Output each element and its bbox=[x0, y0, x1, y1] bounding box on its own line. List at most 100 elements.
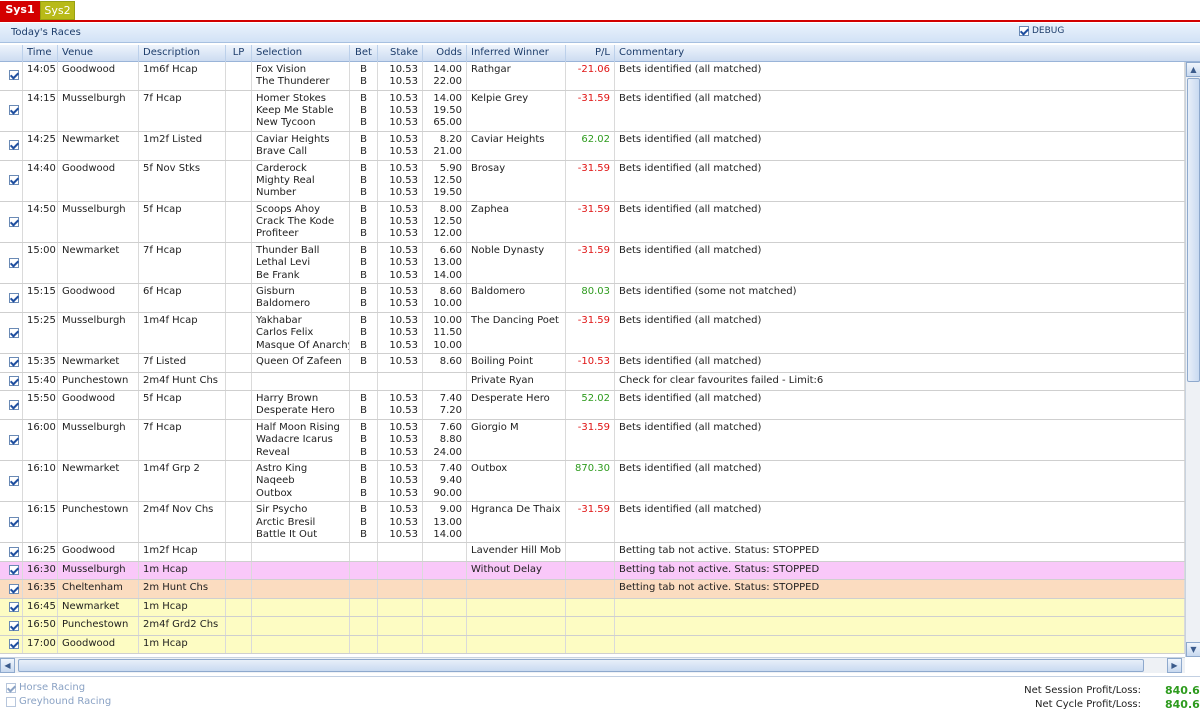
races-grid: 14:05 Goodwood 1m6f Hcap Fox Vision The Thun… bbox=[0, 62, 1185, 655]
row-checkbox[interactable] bbox=[9, 583, 19, 594]
row-checkbox[interactable] bbox=[9, 357, 19, 368]
stake-value: 10.53 bbox=[389, 92, 418, 104]
debug-toggle[interactable]: DEBUG bbox=[1019, 26, 1064, 36]
table-row[interactable]: 17:00 Goodwood 1m Hcap bbox=[0, 635, 1185, 655]
table-row[interactable]: 16:15 Punchestown 2m4f Nov Chs Sir Psycho Ar… bbox=[0, 502, 1185, 544]
bet-value: B bbox=[360, 298, 367, 310]
table-row[interactable]: 15:35 Newmarket 7f Listed Queen Of Zafeen B 1… bbox=[0, 354, 1185, 373]
pl-cell bbox=[566, 580, 615, 598]
row-checkbox[interactable] bbox=[9, 620, 19, 631]
bet-value: B bbox=[360, 339, 367, 351]
debug-checkbox[interactable] bbox=[1019, 26, 1029, 36]
selection-value: Scoops Ahoy bbox=[256, 204, 321, 215]
vertical-scrollbar[interactable]: ▲ ▼ bbox=[1185, 62, 1200, 657]
stake-value: 10.53 bbox=[389, 187, 418, 199]
odds-cell: 14.00 22.00 bbox=[423, 62, 467, 90]
table-row[interactable]: 15:00 Newmarket 7f Hcap Thunder Ball Lethal … bbox=[0, 243, 1185, 285]
column-header-stake[interactable]: Stake bbox=[378, 45, 423, 62]
row-checkbox[interactable] bbox=[9, 546, 19, 557]
row-checkbox[interactable] bbox=[9, 292, 19, 303]
table-row[interactable]: 14:40 Goodwood 5f Nov Stks Carderock Mighty … bbox=[0, 160, 1185, 202]
stake-value: 10.53 bbox=[389, 516, 418, 528]
bet-value: B bbox=[360, 187, 367, 199]
table-row[interactable]: 16:50 Punchestown 2m4f Grd2 Chs bbox=[0, 617, 1185, 636]
odds-cell bbox=[423, 635, 467, 654]
horse-racing-checkbox[interactable] bbox=[6, 682, 16, 693]
horse-racing-option[interactable]: Horse Racing bbox=[6, 682, 85, 693]
odds-cell: 7.60 8.80 24.00 bbox=[423, 420, 467, 461]
row-checkbox[interactable] bbox=[9, 327, 19, 338]
scroll-right-icon[interactable]: ▶ bbox=[1167, 658, 1182, 673]
row-checkbox[interactable] bbox=[9, 565, 19, 576]
row-checkbox[interactable] bbox=[9, 257, 19, 268]
table-row[interactable]: 16:00 Musselburgh 7f Hcap Half Moon Rising W… bbox=[0, 420, 1185, 462]
venue-cell: Newmarket bbox=[58, 598, 139, 617]
table-row[interactable]: 14:15 Musselburgh 7f Hcap Homer Stokes Keep … bbox=[0, 90, 1185, 132]
table-row[interactable]: 14:25 Newmarket 1m2f Listed Caviar Heights B… bbox=[0, 132, 1185, 161]
vertical-scroll-thumb[interactable] bbox=[1187, 78, 1200, 382]
row-checkbox[interactable] bbox=[9, 375, 19, 386]
table-row[interactable]: 16:35 Cheltenham 2m Hunt Chs Betting tab no… bbox=[0, 580, 1185, 599]
row-checkbox[interactable] bbox=[9, 216, 19, 227]
winner-cell: Baldomero bbox=[467, 284, 566, 313]
odd-value: 14.00 bbox=[433, 64, 462, 75]
table-row[interactable]: 15:25 Musselburgh 1m4f Hcap Yakhabar Carlos … bbox=[0, 313, 1185, 355]
table-row[interactable]: 15:15 Goodwood 6f Hcap Gisburn Baldomero B B 10… bbox=[0, 284, 1185, 314]
winner-cell: Noble Dynasty bbox=[467, 243, 566, 284]
selection-value: Crack The Kode bbox=[256, 216, 335, 228]
selection-value: Caviar Heights bbox=[256, 134, 330, 145]
lp-cell bbox=[226, 635, 252, 654]
row-checkbox[interactable] bbox=[9, 434, 19, 445]
table-row[interactable]: 14:50 Musselburgh 5f Hcap Scoops Ahoy Crack … bbox=[0, 202, 1185, 244]
greyhound-racing-checkbox[interactable] bbox=[6, 696, 16, 707]
column-header-venue[interactable]: Venue bbox=[58, 45, 139, 62]
pl-cell: -31.59 bbox=[566, 202, 615, 243]
table-row[interactable]: 15:40 Punchestown 2m4f Hunt Chs Private Rya… bbox=[0, 372, 1185, 392]
row-checkbox[interactable] bbox=[9, 105, 19, 116]
odd-value: 10.00 bbox=[433, 298, 462, 310]
tab-sys2[interactable]: Sys2 bbox=[40, 1, 75, 20]
net-cycle-value: 840.61 bbox=[1165, 698, 1200, 711]
row-checkbox[interactable] bbox=[9, 140, 19, 151]
column-header-selection[interactable]: Selection bbox=[252, 45, 350, 62]
row-checkbox[interactable] bbox=[9, 639, 19, 650]
pl-cell bbox=[566, 372, 615, 391]
column-header-bet[interactable]: Bet bbox=[350, 45, 378, 62]
odds-cell bbox=[423, 598, 467, 617]
stakes-cell: 10.53 10.53 10.53 bbox=[378, 502, 423, 543]
horizontal-scroll-thumb[interactable] bbox=[18, 659, 1144, 672]
greyhound-racing-option[interactable]: Greyhound Racing bbox=[6, 696, 111, 707]
winner-cell: Caviar Heights bbox=[467, 132, 566, 160]
row-checkbox[interactable] bbox=[9, 70, 19, 81]
table-row[interactable]: 16:30 Musselburgh 1m Hcap Without Delay Bett… bbox=[0, 561, 1185, 581]
row-checkbox[interactable] bbox=[9, 399, 19, 410]
lp-cell bbox=[226, 313, 252, 354]
winner-cell bbox=[467, 580, 566, 598]
column-header-lp[interactable]: LP bbox=[226, 45, 252, 62]
column-header-commentary[interactable]: Commentary bbox=[615, 45, 1200, 62]
table-row[interactable]: 14:05 Goodwood 1m6f Hcap Fox Vision The Thun… bbox=[0, 62, 1185, 91]
row-check-cell bbox=[0, 561, 23, 580]
column-header-odds[interactable]: Odds bbox=[423, 45, 467, 62]
table-row[interactable]: 16:10 Newmarket 1m4f Grp 2 Astro King Naqeeb… bbox=[0, 461, 1185, 503]
scroll-up-icon[interactable]: ▲ bbox=[1186, 62, 1200, 77]
tab-sys1[interactable]: Sys1 bbox=[0, 1, 40, 20]
row-checkbox[interactable] bbox=[9, 516, 19, 527]
table-row[interactable]: 15:50 Goodwood 5f Hcap Harry Brown Desperate… bbox=[0, 391, 1185, 421]
column-header-inferred-winner[interactable]: Inferred Winner bbox=[467, 45, 566, 62]
column-header-description[interactable]: Description bbox=[139, 45, 226, 62]
horizontal-scrollbar[interactable]: ◀ ▶ bbox=[0, 657, 1185, 673]
column-header-pl[interactable]: P/L bbox=[566, 45, 615, 62]
table-row[interactable]: 16:25 Goodwood 1m2f Hcap Lavender Hill Mob B… bbox=[0, 543, 1185, 562]
scroll-down-icon[interactable]: ▼ bbox=[1186, 642, 1200, 657]
row-checkbox[interactable] bbox=[9, 175, 19, 186]
scroll-left-icon[interactable]: ◀ bbox=[0, 658, 15, 673]
bet-value: B bbox=[360, 405, 367, 417]
table-row[interactable]: 16:45 Newmarket 1m Hcap bbox=[0, 598, 1185, 618]
stakes-cell bbox=[378, 617, 423, 635]
column-header-time[interactable]: Time bbox=[23, 45, 58, 62]
selection-value: Harry Brown bbox=[256, 393, 319, 405]
row-checkbox[interactable] bbox=[9, 475, 19, 486]
row-checkbox[interactable] bbox=[9, 602, 19, 613]
bet-value: B bbox=[360, 64, 367, 75]
